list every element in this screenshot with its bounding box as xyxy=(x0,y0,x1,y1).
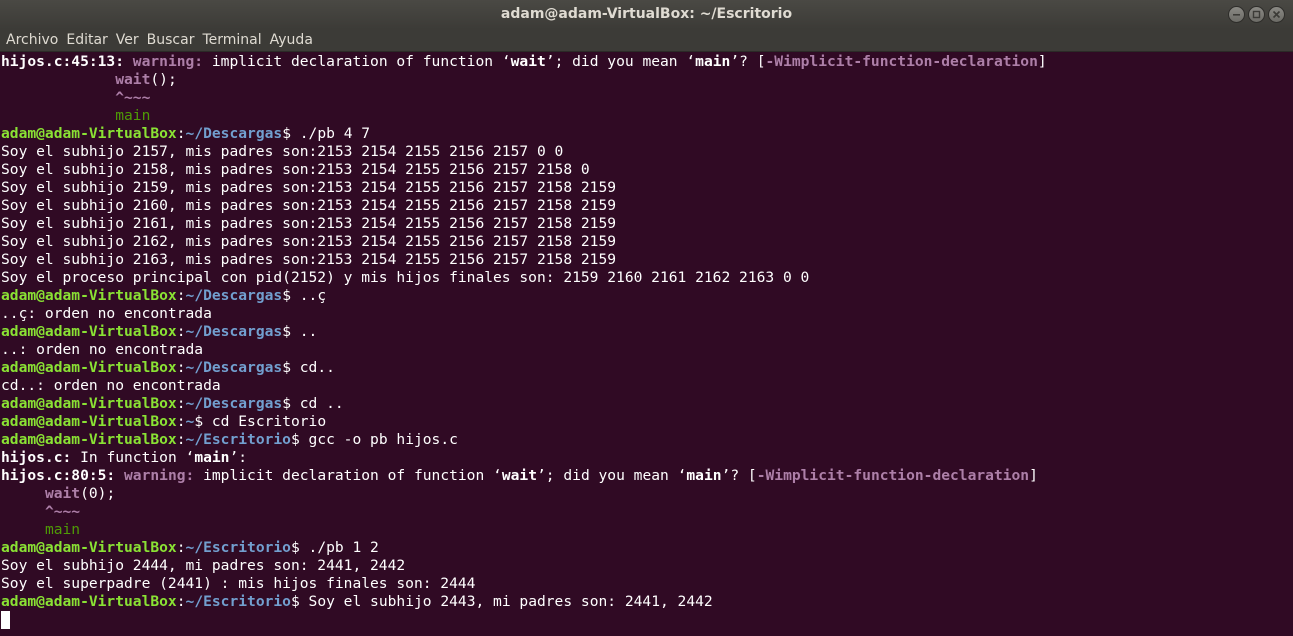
terminal-line: main xyxy=(44,521,81,538)
terminal-line: Soy el superpadre (2441) : mis hijos fin… xyxy=(1,575,476,592)
terminal-line: main xyxy=(115,107,151,124)
menu-ver[interactable]: Ver xyxy=(112,29,143,52)
terminal-line: adam@adam-VirtualBox:~/Descargas$ ./pb 4… xyxy=(1,125,371,142)
terminal-output[interactable]: hijos.c:45:13: warning: implicit declara… xyxy=(0,53,1281,636)
title-bar[interactable]: adam@adam-VirtualBox: ~/Escritorio xyxy=(0,0,1293,29)
terminal-line: ..ç: orden no encontrada xyxy=(1,305,212,322)
cursor-line xyxy=(0,611,1281,629)
menu-terminal[interactable]: Terminal xyxy=(198,29,265,52)
terminal-line: Soy el subhijo 2163, mis padres son:2153… xyxy=(1,251,617,268)
window-title: adam@adam-VirtualBox: ~/Escritorio xyxy=(500,6,793,22)
terminal-line: cd..: orden no encontrada xyxy=(1,377,221,394)
terminal-line: Soy el subhijo 2161, mis padres son:2153… xyxy=(1,215,617,232)
terminal-line: adam@adam-VirtualBox:~/Descargas$ ..ç xyxy=(1,287,327,304)
terminal-line: adam@adam-VirtualBox:~/Descargas$ .. xyxy=(1,323,318,340)
text-cursor xyxy=(1,611,10,629)
menu-editar[interactable]: Editar xyxy=(62,29,111,52)
terminal-line: Soy el subhijo 2158, mis padres son:2153… xyxy=(1,161,590,178)
terminal-line: adam@adam-VirtualBox:~/Descargas$ cd .. xyxy=(1,395,344,412)
terminal-line: ^~~~ xyxy=(115,89,151,106)
terminal-line: Soy el subhijo 2160, mis padres son:2153… xyxy=(1,197,617,214)
terminal-line: adam@adam-VirtualBox:~/Escritorio$ Soy e… xyxy=(1,593,713,610)
terminal-line: adam@adam-VirtualBox:~/Escritorio$ gcc -… xyxy=(1,431,458,448)
menu-buscar[interactable]: Buscar xyxy=(143,29,199,52)
minimize-icon[interactable] xyxy=(1228,6,1245,23)
menu-archivo[interactable]: Archivo xyxy=(2,29,62,52)
maximize-icon[interactable] xyxy=(1248,6,1265,23)
close-icon[interactable] xyxy=(1268,6,1285,23)
terminal-line: Soy el subhijo 2162, mis padres son:2153… xyxy=(1,233,617,250)
terminal-line: adam@adam-VirtualBox:~/Descargas$ cd.. xyxy=(1,359,335,376)
terminal-line: hijos.c:45:13: warning: implicit declara… xyxy=(1,53,1047,70)
terminal-line: Soy el subhijo 2444, mi padres son: 2441… xyxy=(1,557,406,574)
terminal-line: adam@adam-VirtualBox:~$ cd Escritorio xyxy=(1,413,327,430)
terminal-line: adam@adam-VirtualBox:~/Escritorio$ ./pb … xyxy=(1,539,379,556)
menu-bar: Archivo Editar Ver Buscar Terminal Ayuda xyxy=(0,29,1293,52)
terminal-line: Soy el subhijo 2159, mis padres son:2153… xyxy=(1,179,617,196)
terminal-line: ^~~~ xyxy=(44,503,81,520)
terminal-line: Soy el subhijo 2157, mis padres son:2153… xyxy=(1,143,564,160)
terminal-line: wait(); xyxy=(115,71,177,88)
terminal-line: wait(0); xyxy=(44,485,116,502)
scrollbar[interactable] xyxy=(1281,53,1293,636)
terminal-window: adam@adam-VirtualBox: ~/Escritorio Archi… xyxy=(0,0,1293,636)
terminal-line: ..: orden no encontrada xyxy=(1,341,204,358)
menu-ayuda[interactable]: Ayuda xyxy=(266,29,317,52)
window-controls xyxy=(1228,6,1285,23)
terminal-line: hijos.c:80:5: warning: implicit declarat… xyxy=(1,467,1038,484)
terminal-line: hijos.c: In function ‘main’: xyxy=(1,449,248,466)
terminal-line: Soy el proceso principal con pid(2152) y… xyxy=(1,269,810,286)
